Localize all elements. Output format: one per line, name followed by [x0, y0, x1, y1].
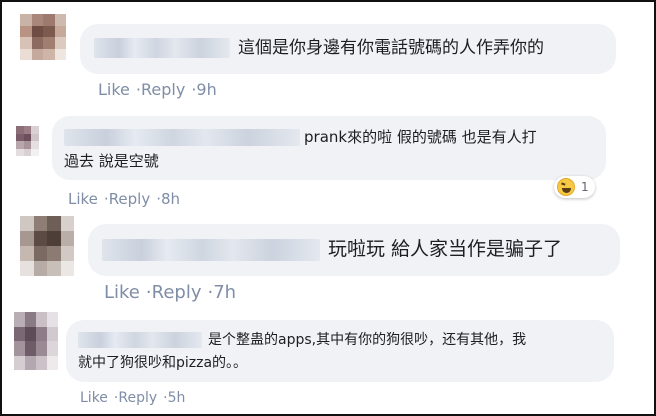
- reaction-count: 1: [581, 180, 589, 194]
- reply-button[interactable]: Reply: [118, 390, 157, 406]
- like-button[interactable]: Like: [80, 390, 108, 406]
- like-button[interactable]: Like: [98, 80, 130, 99]
- comments-panel: 這個是你身邊有你電話號碼的人作弄你的 Like ·Reply ·9h prank來的…: [0, 0, 656, 416]
- comment-text: 這個是你身邊有你電話號碼的人作弄你的: [238, 38, 544, 58]
- reply-button[interactable]: Reply: [109, 190, 151, 208]
- comment-timestamp[interactable]: 7h: [213, 282, 236, 303]
- like-button[interactable]: Like: [104, 282, 140, 303]
- avatar[interactable]: [20, 216, 74, 276]
- reply-button[interactable]: Reply: [141, 80, 185, 99]
- like-button[interactable]: Like: [68, 190, 98, 208]
- comment-bubble: 玩啦玩 給人家当作是骗子了: [88, 224, 620, 276]
- reply-button[interactable]: Reply: [152, 282, 202, 303]
- reaction-summary[interactable]: 1: [554, 176, 595, 198]
- comment-timestamp[interactable]: 5h: [168, 390, 186, 406]
- avatar[interactable]: [16, 126, 46, 156]
- comment-actions: Like ·Reply ·9h: [98, 80, 217, 99]
- commenter-name[interactable]: [102, 238, 320, 261]
- comment-text: 玩啦玩 給人家当作是骗子了: [328, 238, 563, 260]
- haha-reaction-icon: [557, 178, 575, 196]
- commenter-name[interactable]: [94, 38, 230, 58]
- comment-text: 是个整蛊的apps,其中有你的狗很吵，还有其他，我: [208, 332, 527, 348]
- commenter-name[interactable]: [78, 332, 202, 348]
- comment-text-continued: 過去 說是空號: [64, 152, 159, 170]
- comment-actions: Like ·Reply ·8h: [68, 190, 181, 208]
- comment-bubble: 這個是你身邊有你電話號碼的人作弄你的: [80, 24, 616, 74]
- comment-actions: Like ·Reply ·5h: [80, 390, 186, 406]
- comment-text: prank來的啦 假的號碼 也是有人打: [304, 128, 537, 146]
- comment-bubble: 是个整蛊的apps,其中有你的狗很吵，还有其他，我 就中了狗很吵和pizza的。…: [66, 320, 614, 382]
- comment-bubble: prank來的啦 假的號碼 也是有人打 過去 說是空號: [52, 116, 606, 180]
- commenter-name[interactable]: [64, 129, 300, 146]
- comment-text-continued: 就中了狗很吵和pizza的。。: [78, 355, 248, 371]
- comment-actions: Like ·Reply ·7h: [104, 282, 237, 303]
- avatar[interactable]: [20, 14, 66, 60]
- avatar[interactable]: [14, 312, 58, 370]
- comment-timestamp[interactable]: 9h: [196, 80, 216, 99]
- comment-timestamp[interactable]: 8h: [161, 190, 180, 208]
